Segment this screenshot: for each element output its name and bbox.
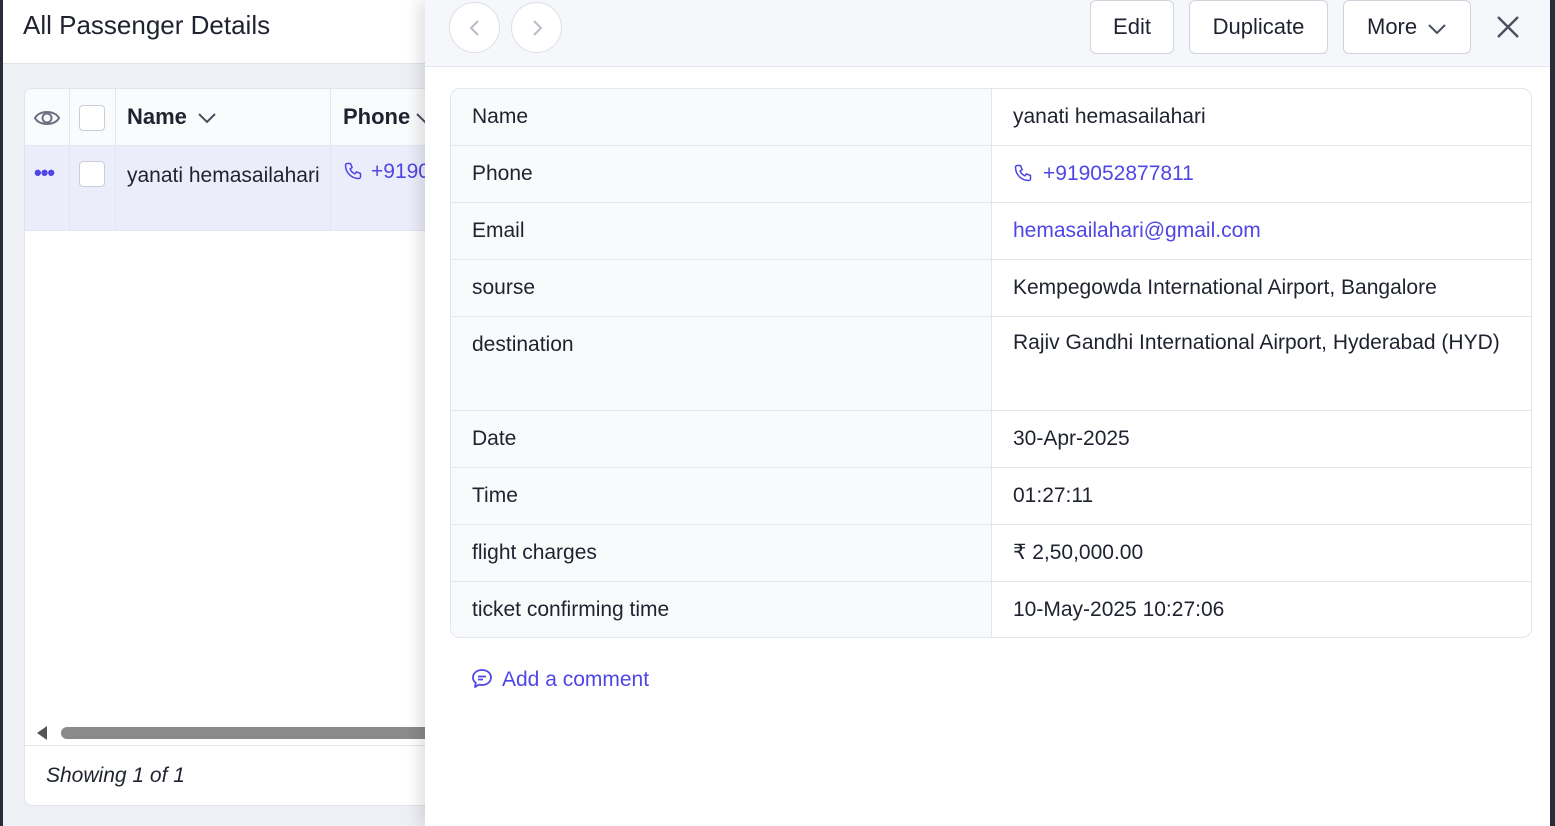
field-value: 01:27:11 — [1013, 484, 1094, 507]
field-value: 10-May-2025 10:27:06 — [1013, 598, 1225, 621]
field-label: Phone — [451, 146, 992, 202]
field-row-destination: destination Rajiv Gandhi International A… — [451, 317, 1531, 411]
row-checkbox[interactable] — [79, 161, 105, 187]
phone-icon — [344, 162, 362, 180]
select-all-checkbox[interactable] — [79, 105, 105, 131]
phone-link[interactable]: +919052877811 — [992, 146, 1531, 202]
next-record-button[interactable] — [511, 2, 562, 53]
more-button-label: More — [1367, 14, 1418, 39]
field-row-ticket-confirming-time: ticket confirming time 10-May-2025 10:27… — [451, 582, 1531, 637]
duplicate-button[interactable]: Duplicate — [1189, 0, 1328, 54]
detail-toolbar: Edit Duplicate More — [425, 0, 1550, 67]
previous-record-button[interactable] — [449, 2, 500, 53]
column-header-phone[interactable]: Phone — [343, 104, 410, 130]
page-title: All Passenger Details — [23, 10, 271, 40]
field-table: Name yanati hemasailahari Phone +9190528… — [450, 88, 1532, 638]
field-label: flight charges — [451, 525, 992, 581]
column-divider — [330, 146, 331, 231]
more-button[interactable]: More — [1343, 0, 1471, 54]
scrollbar-thumb[interactable] — [61, 727, 453, 739]
field-label: ticket confirming time — [451, 582, 992, 637]
column-divider — [69, 146, 70, 231]
field-value: 30-Apr-2025 — [1013, 427, 1130, 450]
window-edge — [1550, 0, 1555, 826]
grid-footer: Showing 1 of 1 — [25, 745, 453, 805]
field-row-source: sourse Kempegowda International Airport,… — [451, 260, 1531, 317]
field-row-date: Date 30-Apr-2025 — [451, 411, 1531, 468]
phone-value: +919052877811 — [1043, 162, 1194, 185]
grid-header-row: Name Phone — [25, 89, 453, 146]
chevron-right-icon — [533, 20, 543, 36]
table-row[interactable]: ••• yanati hemasailahari +919052877811 — [25, 146, 453, 231]
field-row-flight-charges: flight charges ₹ 2,50,000.00 — [451, 525, 1531, 582]
field-label: Email — [451, 203, 992, 259]
column-divider — [69, 89, 70, 146]
field-row-time: Time 01:27:11 — [451, 468, 1531, 525]
field-label: Time — [451, 468, 992, 524]
field-label: destination — [451, 317, 992, 410]
comment-icon — [472, 669, 492, 688]
close-icon[interactable] — [1493, 12, 1523, 42]
field-label: Date — [451, 411, 992, 467]
chevron-down-icon[interactable] — [197, 111, 217, 125]
add-comment-link[interactable]: Add a comment — [470, 667, 649, 692]
field-value: ₹ 2,50,000.00 — [1013, 541, 1144, 564]
field-value: Rajiv Gandhi International Airport, Hyde… — [1013, 331, 1500, 354]
edit-button[interactable]: Edit — [1090, 0, 1174, 54]
add-comment-label: Add a comment — [502, 668, 650, 691]
horizontal-scrollbar[interactable] — [25, 721, 453, 745]
field-value: yanati hemasailahari — [1013, 105, 1206, 128]
field-row-email: Email hemasailahari@gmail.com — [451, 203, 1531, 260]
row-name-cell: yanati hemasailahari — [127, 164, 320, 187]
eye-icon[interactable] — [33, 105, 61, 131]
column-divider — [330, 89, 331, 146]
email-link[interactable]: hemasailahari@gmail.com — [992, 203, 1531, 259]
chevron-left-icon — [469, 20, 479, 36]
field-label: Name — [451, 89, 992, 145]
field-value: Kempegowda International Airport, Bangal… — [1013, 276, 1437, 299]
column-divider — [115, 146, 116, 231]
records-grid: Name Phone ••• yanati hemasailahari +919… — [24, 88, 454, 806]
list-header: All Passenger Details — [3, 0, 443, 64]
column-header-name[interactable]: Name — [127, 104, 187, 130]
field-row-name: Name yanati hemasailahari — [451, 89, 1531, 146]
field-row-phone: Phone +919052877811 — [451, 146, 1531, 203]
chevron-down-icon — [1428, 24, 1446, 35]
row-actions-button[interactable]: ••• — [34, 160, 55, 186]
scroll-left-icon[interactable] — [37, 726, 47, 740]
phone-icon — [1014, 164, 1032, 182]
record-detail-panel: Edit Duplicate More Name yanati hemasail… — [425, 0, 1550, 826]
column-divider — [115, 89, 116, 146]
field-label: sourse — [451, 260, 992, 316]
record-count: Showing 1 of 1 — [46, 764, 185, 787]
app-window: All Passenger Details Name Phone ••• yan… — [3, 0, 1550, 826]
